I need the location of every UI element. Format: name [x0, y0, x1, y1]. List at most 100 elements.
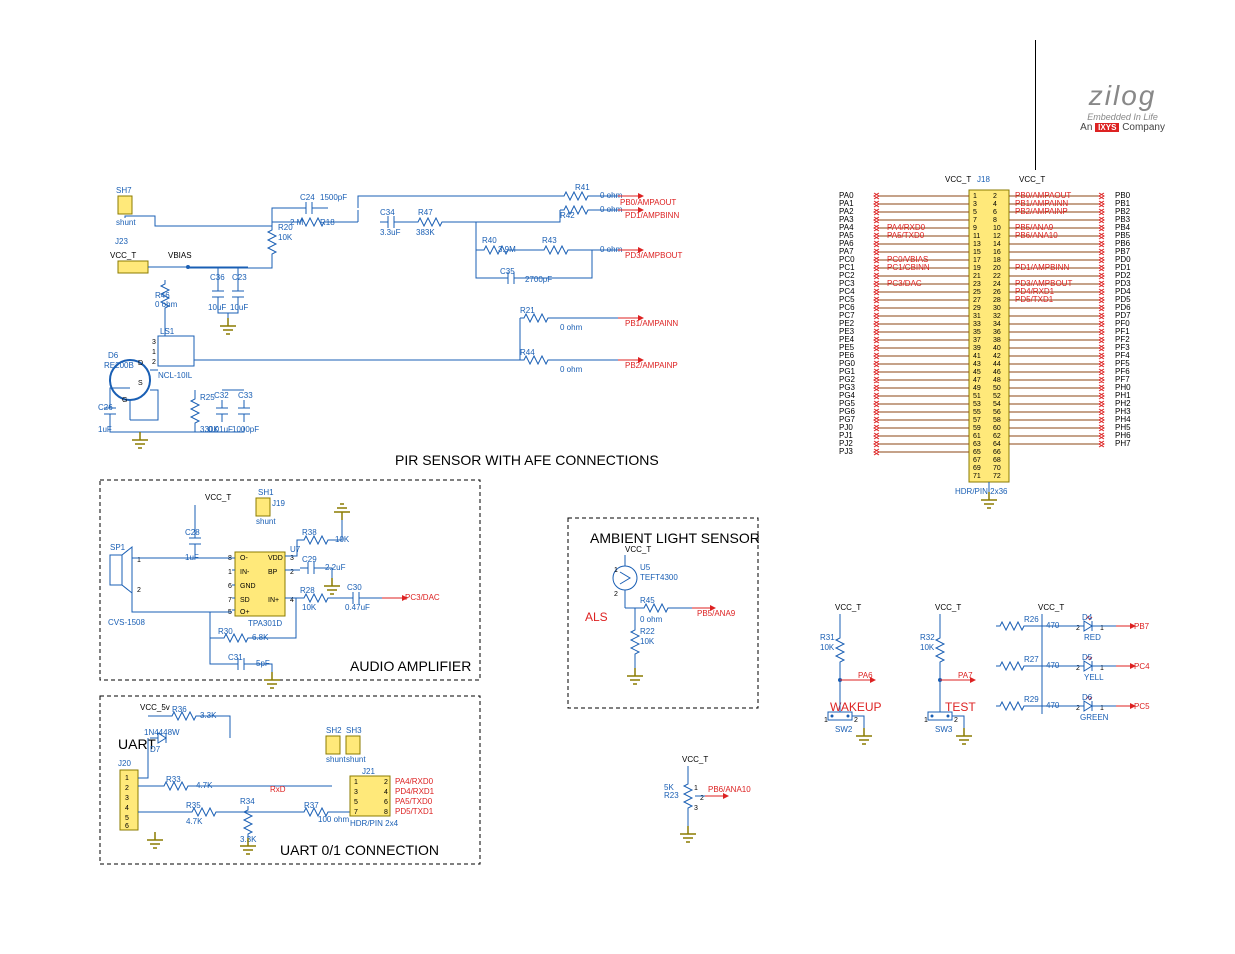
svg-text:LS1: LS1 — [160, 327, 175, 336]
svg-text:62: 62 — [993, 433, 1001, 440]
svg-text:R37: R37 — [304, 801, 319, 810]
svg-text:6: 6 — [228, 583, 232, 590]
svg-text:1uF: 1uF — [185, 553, 199, 562]
svg-text:PC3/DAC: PC3/DAC — [405, 593, 440, 602]
svg-text:VCC_T: VCC_T — [625, 545, 651, 554]
svg-text:PA5/TXD0: PA5/TXD0 — [887, 231, 925, 240]
svg-text:70: 70 — [993, 465, 1001, 472]
svg-text:67: 67 — [973, 457, 981, 464]
svg-text:PC1/CBINN: PC1/CBINN — [887, 263, 930, 272]
svg-text:C24: C24 — [300, 193, 315, 202]
svg-text:51: 51 — [973, 393, 981, 400]
svg-text:28: 28 — [993, 297, 1001, 304]
svg-text:0.47uF: 0.47uF — [345, 603, 370, 612]
svg-text:1: 1 — [614, 567, 618, 574]
svg-text:C23: C23 — [232, 273, 247, 282]
svg-text:R32: R32 — [920, 633, 935, 642]
svg-text:C28: C28 — [185, 528, 200, 537]
svg-text:3.3uF: 3.3uF — [380, 228, 401, 237]
svg-text:47: 47 — [973, 377, 981, 384]
svg-text:30: 30 — [993, 305, 1001, 312]
svg-text:2: 2 — [854, 717, 858, 724]
svg-text:64: 64 — [993, 441, 1001, 448]
svg-text:5: 5 — [973, 209, 977, 216]
svg-text:VCC_T: VCC_T — [1038, 603, 1064, 612]
svg-text:59: 59 — [973, 425, 981, 432]
svg-text:2: 2 — [125, 785, 129, 792]
svg-text:2: 2 — [384, 779, 388, 786]
audio-block: SP1CVS-1508 12 U7TPA301D 8O- 1IN- 6GND 7… — [100, 480, 480, 688]
svg-text:VCC_T: VCC_T — [945, 175, 971, 184]
svg-text:12: 12 — [993, 233, 1001, 240]
svg-text:24: 24 — [993, 281, 1001, 288]
svg-text:48: 48 — [993, 377, 1001, 384]
svg-text:1: 1 — [973, 193, 977, 200]
svg-text:IN+: IN+ — [268, 597, 279, 604]
svg-text:TEFT4300: TEFT4300 — [640, 573, 678, 582]
svg-text:58: 58 — [993, 417, 1001, 424]
svg-text:40: 40 — [993, 345, 1001, 352]
svg-text:HDR/PIN 2x36: HDR/PIN 2x36 — [955, 487, 1008, 496]
svg-text:5K: 5K — [664, 783, 674, 792]
svg-text:49: 49 — [973, 385, 981, 392]
svg-text:D: D — [138, 360, 143, 367]
svg-text:63: 63 — [973, 441, 981, 448]
svg-text:7: 7 — [354, 809, 358, 816]
svg-text:C30: C30 — [347, 583, 362, 592]
svg-text:2: 2 — [137, 587, 141, 594]
svg-text:35: 35 — [973, 329, 981, 336]
svg-text:R29: R29 — [1024, 695, 1039, 704]
svg-text:VBIAS: VBIAS — [168, 251, 192, 260]
svg-text:VCC_T: VCC_T — [682, 755, 708, 764]
svg-text:PC3/DAC: PC3/DAC — [887, 279, 922, 288]
svg-text:PD5/TXD1: PD5/TXD1 — [1015, 295, 1054, 304]
svg-text:J21: J21 — [362, 767, 375, 776]
svg-text:PB2/AMPAINP: PB2/AMPAINP — [1015, 207, 1068, 216]
svg-text:13: 13 — [973, 241, 981, 248]
svg-text:R28: R28 — [300, 586, 315, 595]
svg-text:1: 1 — [924, 717, 928, 724]
svg-text:65: 65 — [973, 449, 981, 456]
svg-text:10K: 10K — [920, 643, 935, 652]
svg-text:R41: R41 — [575, 183, 590, 192]
svg-text:4: 4 — [125, 805, 129, 812]
svg-text:SP1: SP1 — [110, 543, 126, 552]
svg-text:GREEN: GREEN — [1080, 713, 1109, 722]
svg-text:8: 8 — [993, 217, 997, 224]
svg-text:D5: D5 — [1082, 653, 1093, 662]
svg-text:57: 57 — [973, 417, 981, 424]
svg-text:6: 6 — [993, 209, 997, 216]
svg-text:100 ohm: 100 ohm — [318, 815, 349, 824]
svg-text:10uF: 10uF — [208, 303, 226, 312]
svg-text:PB1/AMPAINN: PB1/AMPAINN — [625, 319, 678, 328]
svg-text:PH7: PH7 — [1115, 439, 1131, 448]
svg-text:60: 60 — [993, 425, 1001, 432]
svg-text:PB7: PB7 — [1134, 622, 1150, 631]
svg-text:1: 1 — [694, 785, 698, 792]
svg-text:17: 17 — [973, 257, 981, 264]
svg-text:69: 69 — [973, 465, 981, 472]
svg-text:U7: U7 — [290, 545, 301, 554]
svg-text:O-: O- — [240, 555, 248, 562]
svg-text:PB5/ANA9: PB5/ANA9 — [697, 609, 736, 618]
svg-text:R27: R27 — [1024, 655, 1039, 664]
svg-text:36: 36 — [993, 329, 1001, 336]
svg-text:10K: 10K — [302, 603, 317, 612]
svg-text:R34: R34 — [240, 797, 255, 806]
svg-text:PB0/AMPAOUT: PB0/AMPAOUT — [620, 198, 676, 207]
svg-text:3: 3 — [125, 795, 129, 802]
svg-text:11: 11 — [973, 233, 980, 240]
svg-text:D6: D6 — [108, 351, 119, 360]
r23-block: VCC_T R235K 132 PB6/ANA10 — [664, 755, 751, 842]
svg-text:19: 19 — [973, 265, 981, 272]
svg-text:1500pF: 1500pF — [320, 193, 347, 202]
svg-text:1: 1 — [125, 775, 129, 782]
svg-text:R42: R42 — [560, 211, 575, 220]
svg-text:D7: D7 — [150, 745, 161, 754]
svg-text:46: 46 — [993, 369, 1001, 376]
svg-text:PD3/AMPBOUT: PD3/AMPBOUT — [625, 251, 682, 260]
svg-text:44: 44 — [993, 361, 1001, 368]
svg-text:6: 6 — [384, 799, 388, 806]
svg-text:SD: SD — [240, 597, 250, 604]
svg-text:J18: J18 — [977, 175, 990, 184]
